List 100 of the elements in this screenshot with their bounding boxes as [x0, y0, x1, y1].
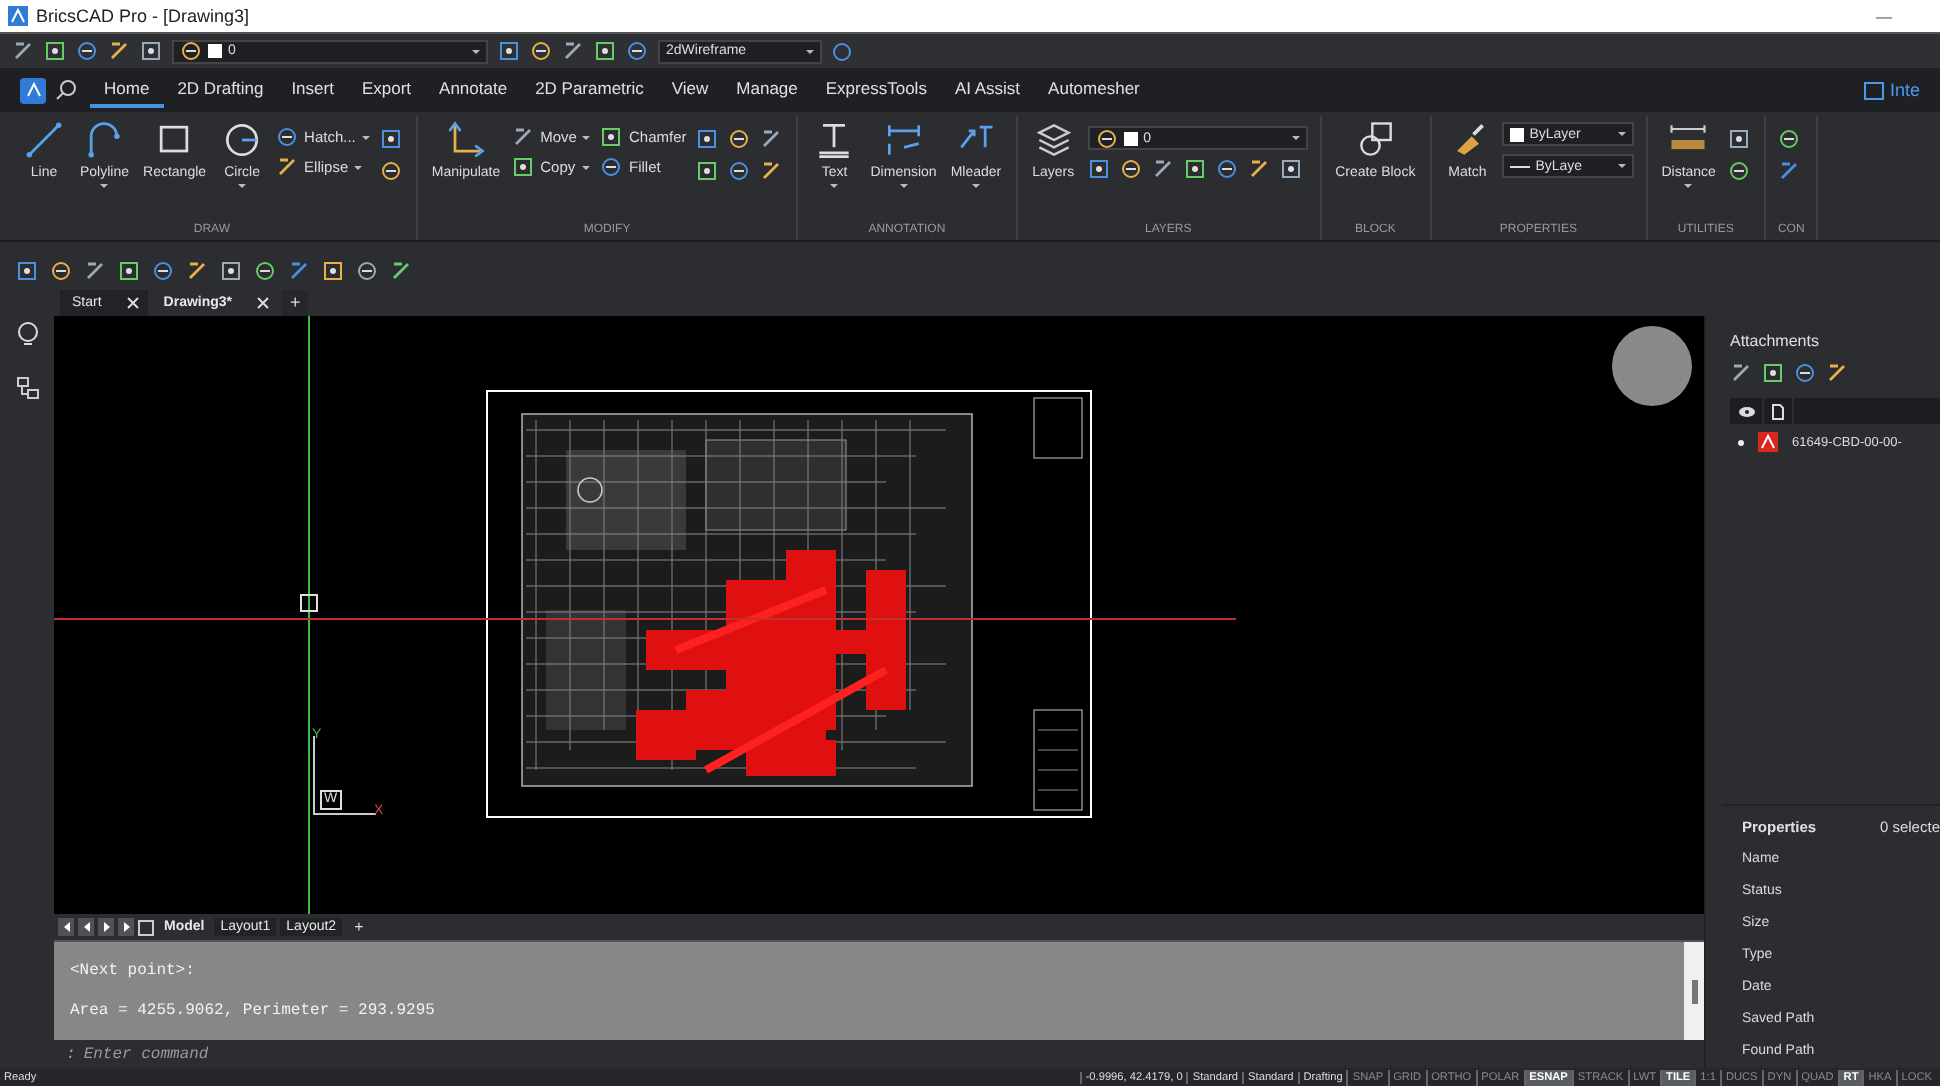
- tool-icon: [44, 40, 66, 62]
- swatch-icon: [1509, 127, 1524, 141]
- ribbon-tab[interactable]: 2D Parametric: [521, 72, 658, 108]
- tool-icon: [1215, 158, 1238, 180]
- pdf-file-icon: [1758, 432, 1778, 452]
- attachment-tool-icon: [1730, 362, 1752, 384]
- linetype-icon: [1509, 163, 1530, 169]
- navigation-wheel-icon[interactable]: [1610, 324, 1694, 408]
- line-icon: [22, 118, 66, 162]
- tool-icon: [220, 260, 242, 282]
- search-icon: [54, 78, 78, 102]
- command-prompt: :: [66, 1045, 76, 1063]
- ribbon-tab[interactable]: Home: [90, 72, 164, 108]
- eye-icon: [1737, 405, 1755, 417]
- layout-nav-button[interactable]: [98, 918, 114, 936]
- new-tab-button[interactable]: +: [282, 290, 309, 316]
- tool-icon: [186, 260, 208, 282]
- tool-icon: [1183, 158, 1206, 180]
- command-output-line: <Next point>:: [70, 961, 197, 980]
- tool-icon: [696, 128, 719, 150]
- ribbon-tab[interactable]: View: [657, 72, 723, 108]
- visibility-dot-icon: [1738, 439, 1744, 445]
- layout-nav-button[interactable]: [78, 918, 94, 936]
- tool-icon: [512, 126, 535, 148]
- caret-icon: [1291, 136, 1300, 140]
- ribbon-tab[interactable]: Insert: [277, 72, 348, 108]
- tool-icon: [108, 40, 130, 62]
- tool-icon: [562, 40, 584, 62]
- swatch-icon: [1123, 131, 1138, 145]
- tool-icon: [530, 40, 552, 62]
- file-icon: [1772, 403, 1784, 419]
- tool-icon: [379, 128, 402, 150]
- tool-icon: [1777, 128, 1800, 150]
- tool-icon: [1087, 158, 1110, 180]
- caret-icon: [806, 49, 814, 53]
- tool-icon: [760, 128, 783, 150]
- ribbon-tab[interactable]: AI Assist: [940, 72, 1035, 108]
- tool-icon: [390, 260, 412, 282]
- tool-icon: [594, 40, 616, 62]
- ribbon-tab[interactable]: Export: [347, 72, 426, 108]
- swatch-icon: [208, 44, 222, 58]
- window-title: BricsCAD Pro - [Drawing3]: [36, 6, 252, 26]
- tool-icon: [1727, 128, 1750, 150]
- close-icon: [125, 296, 140, 310]
- workspace-button[interactable]: Inte: [1863, 80, 1920, 100]
- ribbon-tab[interactable]: Annotate: [425, 72, 522, 108]
- layout-nav-button[interactable]: [58, 918, 74, 936]
- app-logo-icon: [8, 6, 28, 26]
- tool-icon: [728, 160, 751, 182]
- tool-icon: [288, 260, 310, 282]
- tool-icon: [512, 156, 535, 178]
- tool-icon: [140, 40, 162, 62]
- caret-icon: [1617, 132, 1626, 136]
- command-output-line: Area = 4255.9062, Perimeter = 293.9295: [70, 1002, 437, 1021]
- tool-icon: [1119, 158, 1142, 180]
- tool-icon: [16, 260, 38, 282]
- window-icon: [1863, 81, 1884, 99]
- tool-icon: [696, 160, 719, 182]
- tool-icon: [118, 260, 140, 282]
- layers-icon: [1031, 118, 1076, 162]
- tool-icon: [498, 40, 520, 62]
- layout-nav-button[interactable]: [118, 918, 134, 936]
- help-icon: [832, 41, 852, 61]
- attachment-tool-icon: [1794, 362, 1816, 384]
- tool-icon: [50, 260, 72, 282]
- ribbon-tab[interactable]: 2D Drafting: [163, 72, 278, 108]
- tool-icon: [254, 260, 276, 282]
- ribbon-tab[interactable]: ExpressTools: [811, 72, 941, 108]
- tool-icon: [600, 126, 623, 148]
- ribbon-tab[interactable]: Manage: [722, 72, 812, 108]
- tool-icon: [76, 40, 98, 62]
- app-menu-button[interactable]: [20, 77, 46, 103]
- tool-icon: [600, 156, 623, 178]
- caret-icon: [472, 49, 480, 53]
- tool-icon: [276, 156, 299, 178]
- tool-icon: [356, 260, 378, 282]
- layout-list-icon: [138, 919, 154, 935]
- attachment-tool-icon: [1826, 362, 1848, 384]
- command-input-field[interactable]: Enter command: [83, 1045, 1704, 1063]
- tool-icon: [1279, 158, 1302, 180]
- tree-icon: [15, 376, 39, 400]
- corner-arrows-icon: [444, 118, 489, 162]
- tool-icon: [1727, 160, 1750, 182]
- tool-icon: [379, 160, 402, 182]
- tool-icon: [152, 260, 174, 282]
- minimize-button[interactable]: —: [1876, 7, 1892, 25]
- attachment-tool-icon: [1762, 362, 1784, 384]
- tool-icon: [1247, 158, 1270, 180]
- tool-icon: [728, 128, 751, 150]
- ribbon-tab[interactable]: Automesher: [1034, 72, 1154, 108]
- tool-icon: [322, 260, 344, 282]
- tool-icon: [12, 40, 34, 62]
- tool-icon: [1151, 158, 1174, 180]
- tool-icon: [626, 40, 648, 62]
- new-layout-button[interactable]: +: [346, 919, 372, 935]
- scrollbar[interactable]: [1684, 942, 1704, 1040]
- close-icon: [256, 296, 271, 310]
- tool-icon: [1777, 160, 1800, 182]
- panel-heading: Attachments: [1730, 332, 1821, 350]
- tool-icon: [760, 160, 783, 182]
